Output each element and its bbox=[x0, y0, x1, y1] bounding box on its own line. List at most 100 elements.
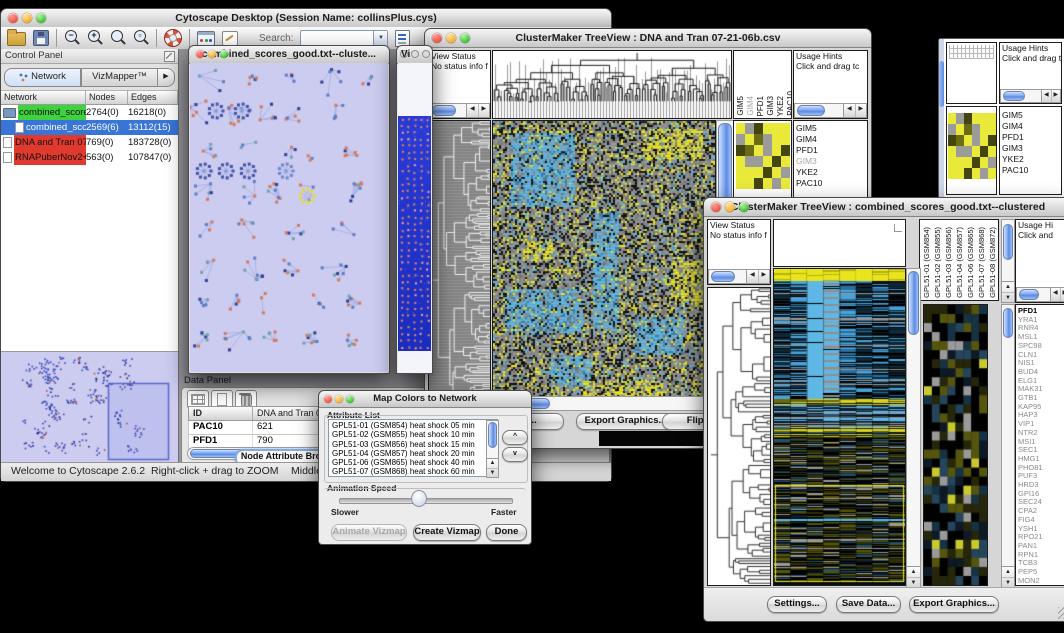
gene-label[interactable]: MON2 bbox=[1016, 577, 1064, 586]
scroll-right-arrow[interactable]: ▶ bbox=[479, 104, 490, 117]
column-dendrogram-panel[interactable] bbox=[773, 219, 906, 267]
row-dendrogram-panel[interactable] bbox=[707, 287, 771, 586]
scrollbar-thumb[interactable] bbox=[939, 61, 944, 107]
plugins-icon[interactable] bbox=[197, 31, 215, 46]
mini-heatmap-matrix[interactable] bbox=[948, 113, 996, 179]
column-label[interactable]: GIM4 bbox=[746, 96, 755, 116]
global-matrix-panel[interactable] bbox=[946, 106, 997, 195]
attribute-item[interactable]: GPL51-02 (GSM855) heat shock 10 min bbox=[332, 430, 497, 439]
attribute-item[interactable]: GPL51-07 (GSM868) heat shock 60 min bbox=[332, 467, 497, 476]
save-icon[interactable] bbox=[33, 30, 49, 46]
network-row-dna-tran[interactable]: DNA and Tran 07 769(0) 183728(0) bbox=[1, 135, 178, 150]
gene-label[interactable]: PFD1 bbox=[1000, 132, 1061, 143]
gene-list-vscrollbar[interactable]: ▲▼ bbox=[1001, 304, 1015, 588]
network-graph-canvas[interactable] bbox=[190, 63, 388, 372]
column-label[interactable]: GIM3 bbox=[766, 96, 775, 116]
tab-overflow-button[interactable]: ▶ bbox=[158, 68, 175, 87]
open-icon[interactable] bbox=[7, 32, 26, 46]
scrollbar-thumb[interactable] bbox=[1019, 289, 1039, 300]
gene-label[interactable]: YKE2 bbox=[794, 167, 867, 178]
scrollbar-thumb[interactable] bbox=[488, 422, 497, 448]
row-dendrogram-panel[interactable] bbox=[428, 120, 491, 410]
animate-vizmap-button[interactable]: Animate Vizmap bbox=[331, 524, 407, 541]
scroll-left-arrow[interactable]: ◀ bbox=[844, 104, 856, 117]
scrollbar-thumb[interactable] bbox=[908, 271, 919, 335]
heatmap-canvas[interactable] bbox=[774, 269, 905, 585]
network-row-selected[interactable]: combined_sco 2569(6) 13112(15) bbox=[1, 120, 178, 135]
scroll-right-arrow[interactable]: ▶ bbox=[1052, 90, 1061, 102]
background-window-titlebar[interactable]: Vi bbox=[397, 46, 432, 64]
gene-label[interactable]: GIM3 bbox=[794, 156, 867, 167]
minimize-button[interactable] bbox=[725, 202, 735, 212]
column-label[interactable]: YKE2 bbox=[776, 96, 785, 116]
float-panel-icon[interactable] bbox=[164, 51, 175, 62]
scrollbar-thumb[interactable] bbox=[711, 271, 735, 282]
search-dropdown-arrow[interactable]: ▼ bbox=[373, 31, 387, 46]
network-row-combined-scores[interactable]: combined_scores 2764(0) 16218(0) bbox=[1, 105, 178, 120]
hscrollbar[interactable]: ◀▶ bbox=[794, 103, 867, 118]
attribute-item[interactable]: GPL51-03 (GSM856) heat shock 15 min bbox=[332, 440, 497, 449]
speed-slider-thumb[interactable] bbox=[411, 490, 427, 507]
attribute-item[interactable]: GPL51-06 (GSM865) heat shock 40 min bbox=[332, 458, 497, 467]
move-down-button[interactable]: v bbox=[502, 447, 528, 462]
scroll-down-arrow[interactable]: ▼ bbox=[487, 469, 498, 478]
close-button[interactable] bbox=[196, 50, 204, 58]
create-vizmap-button[interactable]: Create Vizmap bbox=[413, 524, 481, 541]
settings-button[interactable]: Settings... bbox=[767, 596, 827, 613]
column-dendrogram-panel[interactable] bbox=[492, 50, 732, 119]
network-overview-panel[interactable] bbox=[1, 351, 178, 464]
export-graphics-button[interactable]: Export Graphics... bbox=[576, 413, 675, 430]
resize-grip[interactable] bbox=[1058, 607, 1064, 619]
gene-label[interactable]: PAC10 bbox=[794, 178, 867, 189]
network-row-rnapuber[interactable]: RNAPuberNov2+| 563(0) 107847(0) bbox=[1, 150, 178, 165]
export-graphics-button[interactable]: Export Graphics... bbox=[909, 596, 999, 613]
scroll-left-arrow[interactable]: ◀ bbox=[467, 104, 479, 117]
zoom-actual-icon[interactable] bbox=[110, 30, 126, 46]
scroll-left-arrow[interactable]: ◀ bbox=[1042, 90, 1052, 102]
gene-label[interactable]: GIM5 bbox=[794, 123, 867, 134]
maximize-button[interactable] bbox=[460, 33, 470, 43]
hscrollbar[interactable]: ◀▶ bbox=[1016, 287, 1064, 302]
close-button[interactable] bbox=[711, 202, 721, 212]
zoom-selected-icon[interactable]: ▫ bbox=[133, 30, 149, 46]
network-view-titlebar[interactable]: combined_scores_good.txt--cluste... bbox=[189, 46, 389, 64]
scroll-right-arrow[interactable]: ▶ bbox=[856, 104, 867, 117]
annotation-icon[interactable] bbox=[222, 31, 238, 46]
gene-label[interactable]: PFD1 bbox=[794, 145, 867, 156]
dense-network-canvas[interactable] bbox=[398, 116, 431, 351]
scrollbar-thumb[interactable] bbox=[1003, 224, 1013, 260]
column-label[interactable]: PFD1 bbox=[756, 96, 765, 116]
scroll-left-arrow[interactable]: ◀ bbox=[1051, 288, 1061, 301]
mini-heatmap-matrix[interactable] bbox=[736, 123, 790, 189]
partial-vscrollbar[interactable] bbox=[939, 39, 944, 198]
row-dendrogram-canvas[interactable] bbox=[708, 288, 770, 585]
close-button[interactable] bbox=[432, 33, 442, 43]
scroll-up-arrow[interactable]: ▲ bbox=[487, 459, 498, 469]
column-label[interactable]: GIM5 bbox=[736, 96, 745, 116]
heatmap-panel[interactable] bbox=[492, 120, 716, 410]
zoom-heatmap-panel[interactable] bbox=[923, 304, 988, 586]
minimize-button[interactable] bbox=[335, 395, 343, 403]
hscrollbar[interactable]: ◀▶ bbox=[1000, 89, 1061, 103]
gene-label[interactable]: GIM4 bbox=[794, 134, 867, 145]
scrollbar-thumb[interactable] bbox=[432, 105, 456, 116]
attribute-item[interactable]: GPL51-04 (GSM857) heat shock 20 min bbox=[332, 449, 497, 458]
gene-label[interactable]: GIM3 bbox=[1000, 143, 1061, 154]
scrollbar-thumb[interactable] bbox=[1003, 308, 1013, 338]
hscrollbar[interactable]: ◀▶ bbox=[708, 269, 770, 284]
attribute-list-vscrollbar[interactable]: ▲▼ bbox=[486, 420, 499, 478]
main-titlebar[interactable]: Cytoscape Desktop (Session Name: collins… bbox=[1, 9, 611, 28]
gene-label[interactable]: PAC10 bbox=[1000, 165, 1061, 176]
tab-network[interactable]: Network bbox=[4, 68, 81, 87]
tab-vizmapper[interactable]: VizMapper™ bbox=[81, 68, 158, 87]
gene-label[interactable]: GIM4 bbox=[1000, 121, 1061, 132]
search-input[interactable]: ▼ bbox=[300, 30, 388, 47]
minimize-button[interactable] bbox=[411, 50, 419, 58]
heatmap-canvas[interactable] bbox=[493, 121, 715, 409]
column-dendrogram-canvas[interactable] bbox=[493, 51, 731, 118]
gene-label[interactable]: GIM5 bbox=[1000, 110, 1061, 121]
scroll-right-arrow[interactable]: ▶ bbox=[1061, 288, 1064, 301]
zoom-in-icon[interactable]: + bbox=[87, 30, 103, 46]
maximize-button[interactable] bbox=[346, 395, 354, 403]
heatmap-panel[interactable] bbox=[773, 268, 906, 586]
